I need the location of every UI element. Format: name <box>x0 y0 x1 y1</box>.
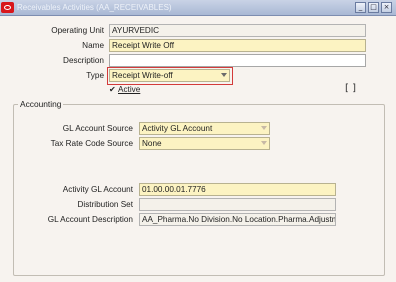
close-button[interactable]: × <box>381 2 392 13</box>
chevron-down-icon[interactable] <box>261 126 267 130</box>
accounting-group-title: Accounting <box>18 99 64 109</box>
tax-rate-code-source-select[interactable]: None <box>139 137 270 150</box>
type-label: Type <box>86 71 104 80</box>
window-title: Receivables Activities (AA_RECEIVABLES) <box>17 3 172 12</box>
tax-rate-code-source-value: None <box>142 139 162 148</box>
gl-account-description-field[interactable]: AA_Pharma.No Division.No Location.Pharma… <box>139 213 336 226</box>
operating-unit-label: Operating Unit <box>51 26 104 35</box>
name-field[interactable]: Receipt Write Off <box>109 39 366 52</box>
gl-account-source-select[interactable]: Activity GL Account <box>139 122 270 135</box>
oracle-app-icon <box>1 2 14 13</box>
receivables-activity-form: Operating Unit AYURVEDIC Name Receipt Wr… <box>0 16 396 282</box>
descriptive-flexfield[interactable]: [ ] <box>345 83 365 95</box>
name-label: Name <box>82 41 104 50</box>
description-label: Description <box>63 56 104 65</box>
operating-unit-field[interactable]: AYURVEDIC <box>109 24 366 37</box>
tax-rate-code-source-label: Tax Rate Code Source <box>50 139 133 148</box>
gl-account-source-value: Activity GL Account <box>142 124 213 133</box>
chevron-down-icon[interactable] <box>261 141 267 145</box>
checkmark-icon[interactable]: ✔ <box>109 86 117 94</box>
gl-account-source-label: GL Account Source <box>62 124 133 133</box>
active-label: Active <box>118 85 141 94</box>
window-titlebar[interactable]: Receivables Activities (AA_RECEIVABLES) … <box>0 0 396 16</box>
activity-gl-account-field[interactable]: 01.00.00.01.7776 <box>139 183 336 196</box>
distribution-set-label: Distribution Set <box>77 200 133 209</box>
type-select[interactable]: Receipt Write-off <box>109 69 230 82</box>
minimize-button[interactable]: _ <box>355 2 366 13</box>
chevron-down-icon[interactable] <box>221 73 227 77</box>
distribution-set-field[interactable] <box>139 198 336 211</box>
maximize-button[interactable]: □ <box>368 2 379 13</box>
gl-account-description-label: GL Account Description <box>47 215 133 224</box>
description-field[interactable] <box>109 54 366 67</box>
type-select-value: Receipt Write-off <box>112 71 173 80</box>
activity-gl-account-label: Activity GL Account <box>62 185 133 194</box>
